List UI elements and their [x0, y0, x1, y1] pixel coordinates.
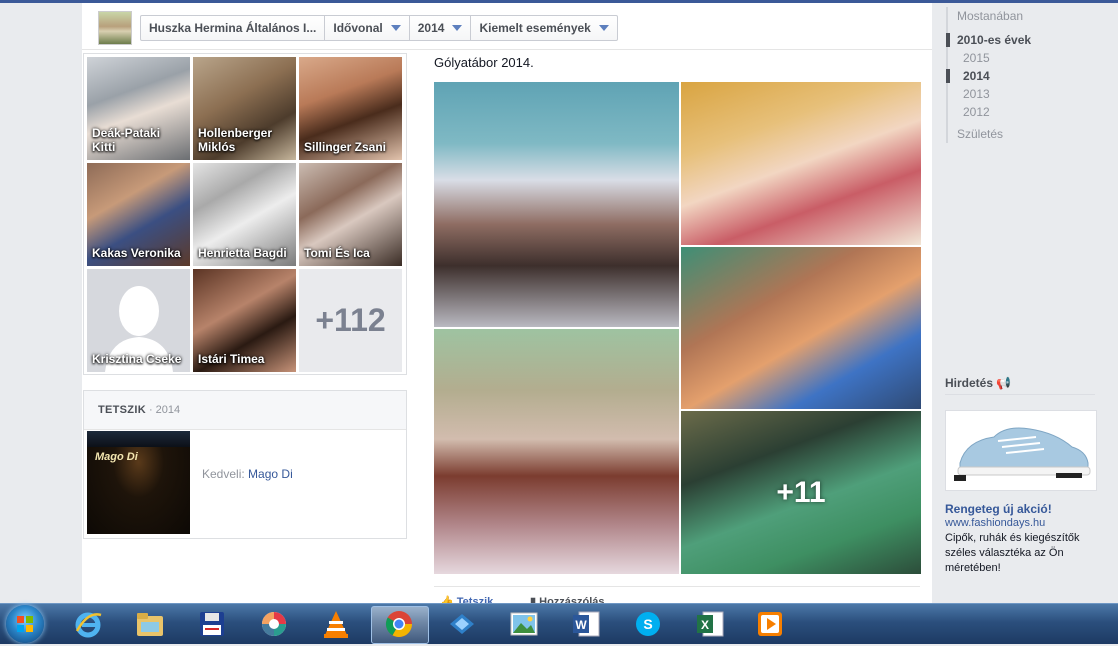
start-orb-icon[interactable] — [6, 605, 44, 643]
megaphone-icon: 📢 — [996, 376, 1012, 390]
timeline-year-nav: Mostanában 2010-es évek 2015 2014 2013 2… — [946, 7, 1068, 143]
likes-header: TETSZIK · 2014 — [84, 391, 406, 430]
crumb-timeline[interactable]: Idővonal — [325, 16, 410, 40]
internet-explorer-icon[interactable] — [70, 608, 106, 640]
post-photo[interactable] — [681, 247, 921, 409]
liked-page-link[interactable]: Mago Di — [248, 467, 293, 481]
liked-page-image[interactable]: Mago Di — [87, 431, 190, 534]
friend-name: Istári Timea — [198, 352, 265, 366]
page-profile-thumbnail[interactable] — [98, 11, 132, 45]
tl-nav-recent[interactable]: Mostanában — [948, 7, 1068, 25]
shared-folder-icon[interactable] — [444, 608, 480, 640]
friend-name: Sillinger Zsani — [304, 140, 387, 154]
word-icon[interactable]: W — [568, 608, 604, 640]
sneaker-icon — [954, 427, 1091, 481]
svg-text:X: X — [701, 618, 709, 632]
friend-name: Tomi És Ica — [304, 246, 370, 260]
post-photo-more[interactable]: +11 — [681, 411, 921, 574]
crumb-year[interactable]: 2014 — [410, 16, 472, 40]
friend-name: Henrietta Bagdi — [198, 246, 287, 260]
likes-box: TETSZIK · 2014 Mago Di Kedveli: Mago Di — [83, 390, 407, 539]
skype-icon[interactable]: S — [630, 608, 666, 640]
liked-by-line: Kedveli: Mago Di — [202, 467, 293, 481]
friend-tile[interactable]: Sillinger Zsani — [299, 57, 402, 160]
post-photo[interactable] — [681, 82, 921, 245]
more-friends-tile[interactable]: +112 — [299, 269, 402, 372]
crumb-label: Idővonal — [333, 21, 383, 35]
ad-title-link[interactable]: Rengeteg új akció! — [945, 502, 1052, 516]
tl-nav-2015[interactable]: 2015 — [948, 49, 1068, 67]
svg-text:W: W — [575, 618, 587, 632]
tl-nav-birth[interactable]: Születés — [948, 125, 1068, 143]
ads-heading: Hirdetés 📢 — [945, 376, 1095, 395]
likes-title[interactable]: TETSZIK — [98, 404, 146, 416]
picasa-icon[interactable] — [256, 608, 292, 640]
chrome-icon[interactable] — [381, 608, 417, 640]
crumb-label: Kiemelt események — [479, 21, 591, 35]
svg-text:S: S — [643, 616, 652, 632]
chevron-down-icon — [598, 25, 609, 31]
tl-nav-2013[interactable]: 2013 — [948, 85, 1068, 103]
likes-year: 2014 — [155, 404, 181, 416]
post-photo[interactable] — [434, 82, 679, 327]
friend-tile[interactable]: Hollenberger Miklós — [193, 57, 296, 160]
breadcrumb: Huszka Hermina Általános I... Idővonal 2… — [140, 15, 618, 41]
ad-url-link[interactable]: www.fashiondays.hu — [945, 517, 1045, 529]
ad-image[interactable] — [945, 410, 1097, 491]
liked-page-sign-text: Mago Di — [95, 451, 138, 463]
friends-grid: Deák-Pataki Kitti Hollenberger Miklós Si… — [83, 53, 407, 375]
tl-nav-2010s[interactable]: 2010-es évek — [946, 31, 1068, 49]
photo-viewer-icon[interactable] — [506, 608, 542, 640]
excel-icon[interactable]: X — [692, 608, 728, 640]
ads-heading-label: Hirdetés — [945, 376, 994, 390]
left-gutter — [0, 3, 82, 603]
friend-name: Krisztina Cseke — [92, 352, 182, 366]
friend-tile[interactable]: Kakas Veronika — [87, 163, 190, 266]
file-explorer-icon[interactable] — [132, 608, 168, 640]
friend-name: Kakas Veronika — [92, 246, 181, 260]
crumb-highlights[interactable]: Kiemelt események — [471, 16, 616, 40]
tl-nav-2014[interactable]: 2014 — [946, 67, 1068, 85]
likes-separator: · — [148, 404, 153, 416]
chevron-down-icon — [390, 25, 401, 31]
liked-by-label: Kedveli: — [202, 467, 245, 481]
more-friends-count: +112 — [315, 302, 386, 338]
friend-tile[interactable]: Istári Timea — [193, 269, 296, 372]
post-title: Gólyatábor 2014. — [434, 55, 534, 70]
more-photos-count: +11 — [776, 475, 826, 509]
crumb-label: Huszka Hermina Általános I... — [149, 21, 317, 35]
friend-name: Hollenberger Miklós — [198, 126, 273, 154]
friend-tile[interactable]: Deák-Pataki Kitti — [87, 57, 190, 160]
friend-tile[interactable]: Henrietta Bagdi — [193, 163, 296, 266]
crumb-page-name[interactable]: Huszka Hermina Általános I... — [141, 16, 326, 40]
post-photo[interactable] — [434, 329, 679, 574]
ad-description: Cipők, ruhák és kiegészítők széles válas… — [945, 532, 1080, 574]
friend-tile[interactable]: Krisztina Cseke — [87, 269, 190, 372]
tl-nav-2012[interactable]: 2012 — [948, 103, 1068, 121]
media-player-icon[interactable] — [752, 608, 788, 640]
crumb-label: 2014 — [417, 21, 445, 35]
floppy-save-icon[interactable] — [194, 608, 230, 640]
windows-taskbar: W S X — [0, 603, 1118, 644]
friend-tile[interactable]: Tomi És Ica — [299, 163, 402, 266]
friend-name: Deák-Pataki Kitti — [92, 126, 161, 154]
chevron-down-icon — [452, 25, 463, 31]
vlc-icon[interactable] — [318, 608, 354, 640]
post-actions-bar: 👍 Tetszik ▮ Hozzászólás — [434, 586, 920, 604]
